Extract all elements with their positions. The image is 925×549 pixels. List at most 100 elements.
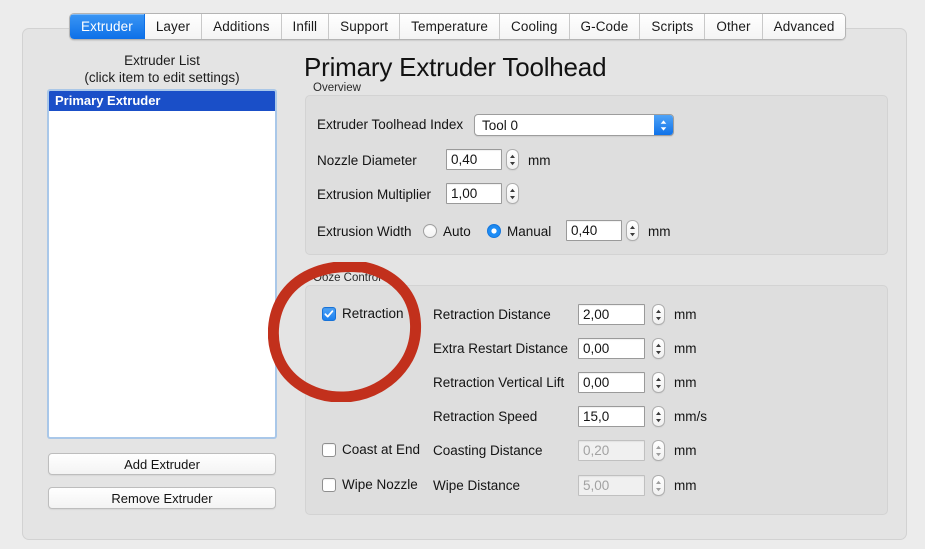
extrusion-width-auto-label: Auto xyxy=(443,224,471,239)
list-item[interactable]: Primary Extruder xyxy=(49,91,275,111)
tab-temperature[interactable]: Temperature xyxy=(400,14,501,39)
tab-other[interactable]: Other xyxy=(705,14,763,39)
page-title: Primary Extruder Toolhead xyxy=(304,52,607,82)
extrusion-multiplier-value: 1,00 xyxy=(451,186,478,201)
retraction-distance-label: Retraction Distance xyxy=(433,307,551,322)
retraction-speed-unit: mm/s xyxy=(674,409,707,424)
extrusion-width-manual-label: Manual xyxy=(507,224,552,239)
tab-cooling[interactable]: Cooling xyxy=(500,14,570,39)
coast-at-end-checkbox[interactable] xyxy=(322,443,336,457)
retraction-distance-unit: mm xyxy=(674,307,697,322)
tab-label: Infill xyxy=(292,19,318,34)
extrusion-width-auto-radio[interactable] xyxy=(423,224,437,238)
retraction-vertical-lift-unit: mm xyxy=(674,375,697,390)
tab-bar: Extruder Layer Additions Infill Support … xyxy=(69,13,847,40)
nozzle-diameter-input[interactable]: 0,40 xyxy=(446,149,502,170)
extruder-list-subtitle: (click item to edit settings) xyxy=(84,70,240,85)
extrusion-width-stepper[interactable] xyxy=(626,220,639,241)
tab-label: Support xyxy=(340,19,389,34)
chevron-up-icon[interactable] xyxy=(655,411,662,416)
chevron-up-icon[interactable] xyxy=(655,343,662,348)
retraction-speed-stepper[interactable] xyxy=(652,406,665,427)
extra-restart-distance-unit: mm xyxy=(674,341,697,356)
chevron-down-icon[interactable] xyxy=(655,487,662,492)
coasting-distance-value: 0,20 xyxy=(583,443,610,458)
extrusion-width-input[interactable]: 0,40 xyxy=(566,220,622,241)
extruder-list[interactable]: Primary Extruder xyxy=(48,90,276,438)
extra-restart-distance-input[interactable]: 0,00 xyxy=(578,338,645,359)
tab-label: Scripts xyxy=(651,19,694,34)
coast-at-end-label: Coast at End xyxy=(342,442,421,457)
extrusion-width-value: 0,40 xyxy=(571,223,598,238)
chevron-down-icon[interactable] xyxy=(509,161,516,166)
chevron-down-icon[interactable] xyxy=(509,195,516,200)
chevron-up-icon[interactable] xyxy=(509,188,516,193)
tab-label: Layer xyxy=(155,19,191,34)
wipe-distance-input[interactable]: 5,00 xyxy=(578,475,645,496)
tab-extruder[interactable]: Extruder xyxy=(70,14,145,39)
tab-label: G-Code xyxy=(580,19,629,34)
wipe-distance-stepper[interactable] xyxy=(652,475,665,496)
retraction-checkbox[interactable] xyxy=(322,307,336,321)
nozzle-diameter-stepper[interactable] xyxy=(506,149,519,170)
remove-extruder-button[interactable]: Remove Extruder xyxy=(48,487,276,509)
retraction-vertical-lift-label: Retraction Vertical Lift xyxy=(433,375,565,390)
retraction-vertical-lift-value: 0,00 xyxy=(583,375,610,390)
tab-gcode[interactable]: G-Code xyxy=(569,14,641,39)
chevron-updown-icon[interactable] xyxy=(654,115,673,135)
coasting-distance-stepper[interactable] xyxy=(652,440,665,461)
retraction-distance-stepper[interactable] xyxy=(652,304,665,325)
retraction-vertical-lift-stepper[interactable] xyxy=(652,372,665,393)
wipe-nozzle-label: Wipe Nozzle xyxy=(342,477,418,492)
extra-restart-distance-label: Extra Restart Distance xyxy=(433,341,569,356)
extra-restart-distance-value: 0,00 xyxy=(583,341,610,356)
retraction-speed-input[interactable]: 15,0 xyxy=(578,406,645,427)
chevron-down-icon[interactable] xyxy=(629,232,636,237)
extrusion-width-unit: mm xyxy=(648,224,671,239)
chevron-up-icon[interactable] xyxy=(655,445,662,450)
tab-advanced[interactable]: Advanced xyxy=(762,14,846,39)
chevron-down-icon[interactable] xyxy=(655,452,662,457)
coasting-distance-input[interactable]: 0,20 xyxy=(578,440,645,461)
chevron-down-icon[interactable] xyxy=(655,316,662,321)
retraction-distance-input[interactable]: 2,00 xyxy=(578,304,645,325)
extruder-list-header: Extruder List (click item to edit settin… xyxy=(48,52,276,86)
extra-restart-distance-stepper[interactable] xyxy=(652,338,665,359)
retraction-speed-value: 15,0 xyxy=(583,409,610,424)
tab-label: Additions xyxy=(213,19,270,34)
wipe-distance-unit: mm xyxy=(674,478,697,493)
chevron-up-icon[interactable] xyxy=(655,377,662,382)
ooze-control-group-label: Ooze Control xyxy=(313,272,381,284)
remove-extruder-label: Remove Extruder xyxy=(111,490,213,506)
retraction-distance-value: 2,00 xyxy=(583,307,610,322)
retraction-speed-label: Retraction Speed xyxy=(433,409,538,424)
chevron-up-icon[interactable] xyxy=(629,225,636,230)
wipe-nozzle-checkbox[interactable] xyxy=(322,478,336,492)
tab-label: Temperature xyxy=(411,19,489,34)
chevron-down-icon[interactable] xyxy=(655,350,662,355)
extrusion-multiplier-input[interactable]: 1,00 xyxy=(446,183,502,204)
tab-additions[interactable]: Additions xyxy=(202,14,282,39)
coasting-distance-unit: mm xyxy=(674,443,697,458)
tab-label: Extruder xyxy=(81,19,133,34)
chevron-up-icon[interactable] xyxy=(509,154,516,159)
toolhead-index-value: Tool 0 xyxy=(482,117,519,133)
chevron-up-icon[interactable] xyxy=(655,480,662,485)
chevron-down-icon[interactable] xyxy=(655,384,662,389)
tab-support[interactable]: Support xyxy=(329,14,401,39)
nozzle-diameter-value: 0,40 xyxy=(451,152,478,167)
tab-scripts[interactable]: Scripts xyxy=(640,14,706,39)
chevron-up-icon[interactable] xyxy=(655,309,662,314)
toolhead-index-select[interactable]: Tool 0 xyxy=(474,114,674,136)
tab-layer[interactable]: Layer xyxy=(144,14,203,39)
wipe-distance-value: 5,00 xyxy=(583,478,610,493)
retraction-vertical-lift-input[interactable]: 0,00 xyxy=(578,372,645,393)
chevron-down-icon[interactable] xyxy=(655,418,662,423)
tab-infill[interactable]: Infill xyxy=(281,14,330,39)
add-extruder-button[interactable]: Add Extruder xyxy=(48,453,276,475)
extrusion-width-manual-radio[interactable] xyxy=(487,224,501,238)
extrusion-multiplier-stepper[interactable] xyxy=(506,183,519,204)
extrusion-width-label: Extrusion Width xyxy=(317,224,412,239)
retraction-label: Retraction xyxy=(342,306,404,321)
list-item-label: Primary Extruder xyxy=(55,93,161,108)
